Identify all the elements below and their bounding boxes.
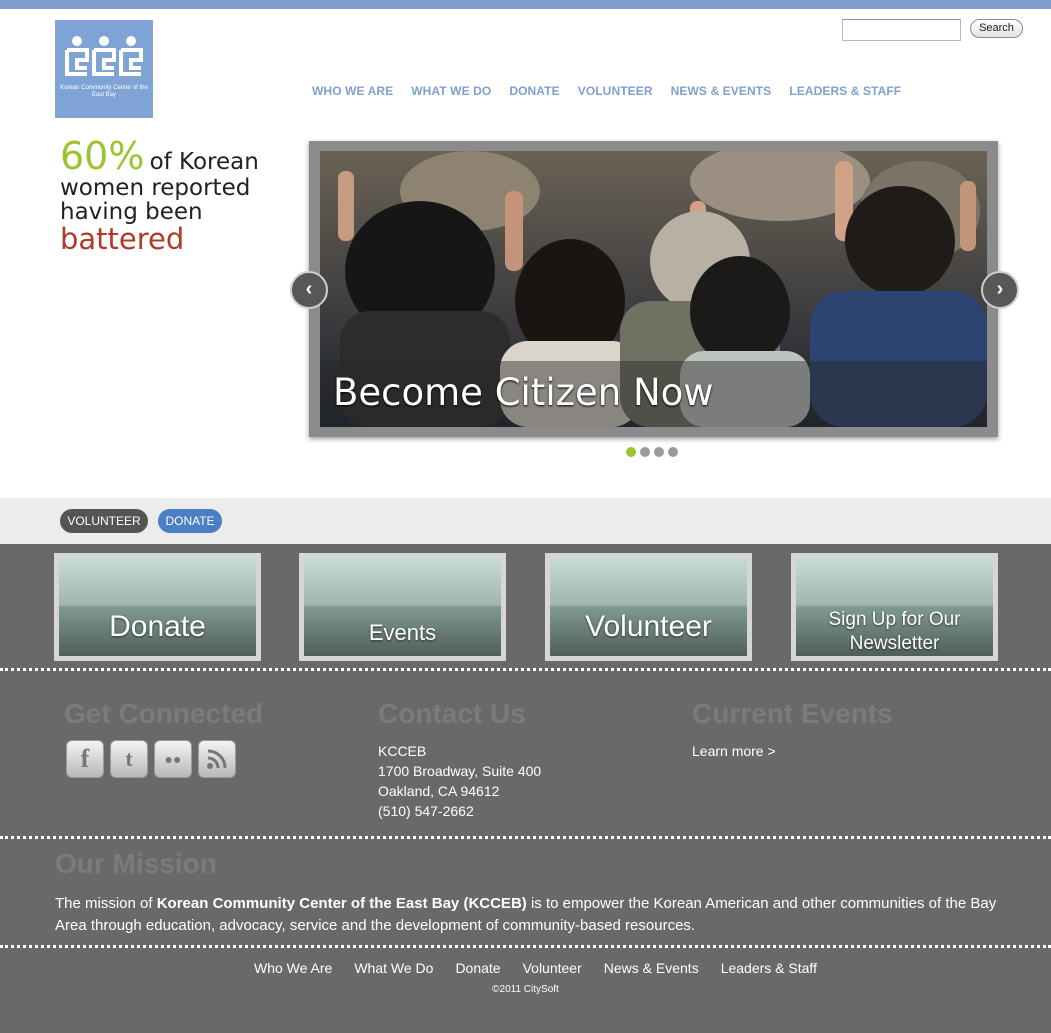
tile-volunteer[interactable]: Volunteer — [545, 553, 752, 661]
nav-what-we-do[interactable]: WHAT WE DO — [402, 83, 500, 99]
slider-dot-2[interactable] — [640, 447, 650, 457]
nav-who-we-are[interactable]: WHO WE ARE — [303, 83, 402, 99]
tile-donate[interactable]: Donate — [54, 553, 261, 661]
current-events-heading: Current Events — [692, 698, 893, 729]
search-button[interactable]: Search — [970, 19, 1023, 38]
slider-dot-4[interactable] — [668, 447, 678, 457]
tile-donate-label: Donate — [109, 610, 206, 643]
mission-heading: Our Mission — [55, 848, 217, 879]
top-accent-strip — [0, 0, 1051, 9]
footer-link-volunteer[interactable]: Volunteer — [512, 958, 593, 978]
nav-news-events[interactable]: NEWS & EVENTS — [662, 83, 781, 99]
stat-line-2: women reported — [60, 175, 251, 201]
nav-donate[interactable]: DONATE — [500, 83, 568, 99]
contact-line-org: KCCEB — [378, 743, 427, 759]
divider — [0, 836, 1051, 839]
tile-events-label: Events — [368, 620, 437, 645]
slide-caption: Become Citizen Now — [333, 371, 714, 414]
slider-pagination — [626, 447, 682, 457]
slide-photo[interactable]: Become Citizen Now — [320, 151, 987, 427]
footer-link-who-we-are[interactable]: Who We Are — [243, 958, 343, 978]
footer-link-donate[interactable]: Donate — [444, 958, 511, 978]
facebook-icon[interactable]: f — [66, 740, 104, 778]
mission-text: The mission of Korean Community Center o… — [55, 893, 1015, 937]
learn-more-link[interactable]: Learn more > — [692, 741, 776, 761]
tile-newsletter[interactable]: Sign Up for Our Newsletter — [791, 553, 998, 661]
contact-address: KCCEB 1700 Broadway, Suite 400 Oakland, … — [378, 741, 541, 821]
logo-figures-icon — [65, 36, 143, 76]
footer-link-what-we-do[interactable]: What We Do — [343, 958, 444, 978]
flickr-icon[interactable]: ●● — [154, 740, 192, 778]
footer-link-news-events[interactable]: News & Events — [593, 958, 710, 978]
statistic-callout: 60% of Korean women reported having been… — [60, 137, 259, 256]
slider-dot-3[interactable] — [654, 447, 664, 457]
stat-line-3: having been — [60, 199, 203, 225]
stat-percent: 60% — [60, 134, 145, 178]
donate-pill-button[interactable]: DONATE — [158, 509, 222, 533]
copyright-text: ©2011 CitySoft — [492, 984, 559, 995]
contact-line-city: Oakland, CA 94612 — [378, 783, 500, 799]
mission-org-name: Korean Community Center of the East Bay … — [156, 895, 527, 912]
search-input[interactable] — [842, 19, 961, 41]
twitter-icon[interactable]: t — [110, 740, 148, 778]
mission-prefix: The mission of — [55, 895, 157, 912]
tile-events[interactable]: Events — [299, 553, 506, 661]
site-logo[interactable]: Korean Community Center of the East Bay — [55, 20, 153, 118]
nav-volunteer[interactable]: VOLUNTEER — [569, 83, 662, 99]
tile-volunteer-label: Volunteer — [585, 610, 712, 643]
rss-icon[interactable] — [198, 740, 236, 778]
hero-slider: Become Citizen Now — [309, 141, 998, 437]
slider-prev-button[interactable]: ‹ — [290, 271, 328, 309]
chevron-left-icon: ‹ — [305, 278, 313, 300]
main-nav: WHO WE ARE WHAT WE DO DONATE VOLUNTEER N… — [303, 83, 910, 99]
stat-highlight: battered — [60, 222, 185, 256]
stat-line-1: of Korean — [149, 149, 259, 175]
nav-leaders-staff[interactable]: LEADERS & STAFF — [780, 83, 910, 99]
divider — [0, 945, 1051, 948]
slider-next-button[interactable]: › — [981, 271, 1019, 309]
get-connected-heading: Get Connected — [64, 698, 264, 729]
rss-glyph — [207, 749, 227, 769]
logo-text: Korean Community Center of the East Bay — [60, 85, 148, 98]
divider — [0, 668, 1051, 671]
tile-newsletter-label: Sign Up for Our Newsletter — [828, 609, 961, 654]
slider-dot-1[interactable] — [626, 447, 636, 457]
contact-line-phone: (510) 547-2662 — [378, 803, 474, 819]
chevron-right-icon: › — [996, 278, 1004, 300]
footer-link-leaders-staff[interactable]: Leaders & Staff — [710, 958, 828, 978]
contact-us-heading: Contact Us — [378, 698, 526, 729]
footer-nav: Who We Are What We Do Donate Volunteer N… — [243, 958, 828, 978]
contact-line-street: 1700 Broadway, Suite 400 — [378, 763, 542, 779]
volunteer-pill-button[interactable]: VOLUNTEER — [60, 509, 148, 533]
